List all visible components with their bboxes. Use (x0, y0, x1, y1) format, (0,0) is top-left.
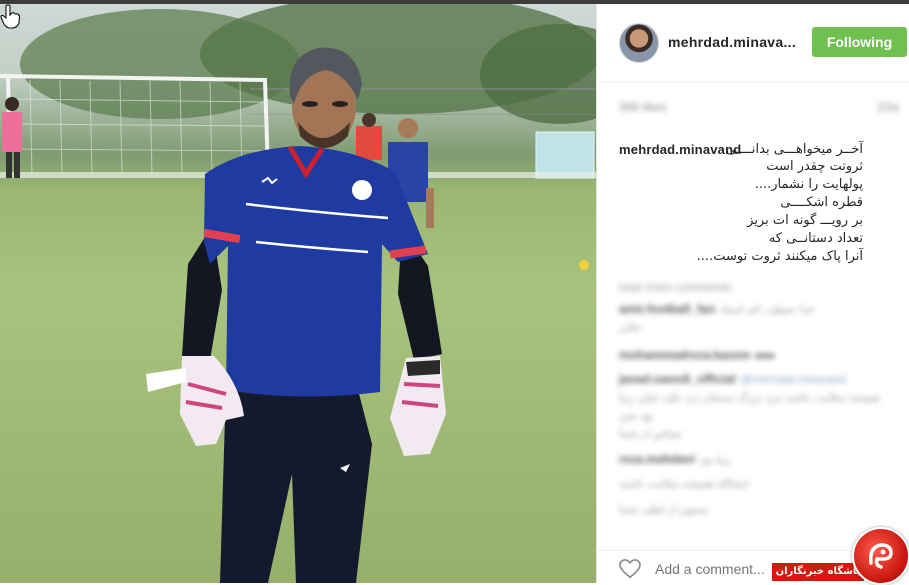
comment-item: عالی (619, 322, 642, 334)
caption-line: بر رویـــ گونه ات بریز (747, 213, 863, 228)
post-header: mehrdad.minava... Following (597, 4, 909, 83)
watermark-logo-icon (852, 527, 909, 585)
comment-item: ممنون از لطف شما (619, 504, 709, 516)
photo-scene (0, 4, 596, 583)
caption-line: پولهایت را نشمار.... (754, 177, 863, 192)
watermark-label: باشگاه خبرنگاران (772, 563, 864, 581)
caption-line: تعداد دستانــی که (768, 231, 863, 246)
post-photo[interactable] (0, 4, 596, 583)
comment-item: سپاس از شما (619, 428, 682, 440)
avatar[interactable] (619, 23, 659, 63)
post-age: 22w (876, 100, 899, 114)
following-button[interactable]: Following (812, 27, 907, 57)
comment-item: انشالله همیشه سلامت باشید (619, 478, 749, 490)
post-side-panel: mehrdad.minava... Following 368 likes 22… (596, 4, 909, 583)
comment-item: همیشه سلامت باشید مرد بزرگ دستتان درد نک… (619, 392, 880, 422)
comment-item: javad.saeedi_official @mehrdad.minavand (619, 372, 846, 386)
header-username[interactable]: mehrdad.minava... (668, 34, 796, 50)
caption-username[interactable]: mehrdad.minavand (619, 142, 741, 157)
comment-item: mohammadreza.kazem ●●● (619, 348, 775, 362)
comment-item: amir.football_fan خدا حفظت کنه استاد (619, 302, 815, 316)
comment-item: reza.mahdavi زیبا بود (619, 452, 732, 466)
likes-count[interactable]: 368 likes (619, 100, 666, 114)
caption-line: قطره اشکــــی (780, 195, 863, 210)
heart-icon[interactable] (619, 559, 641, 579)
caption-line: آخــر میخواهـــی بدانــــی (725, 142, 863, 157)
load-more-comments[interactable]: load more comments (619, 278, 889, 296)
caption-line: ثروتت چقدر است (766, 159, 863, 174)
hand-cursor-icon (0, 4, 20, 29)
likes-row: 368 likes 22w (619, 100, 899, 116)
caption-line: آنرا پاک میکنند ثروت توست.... (696, 249, 863, 264)
